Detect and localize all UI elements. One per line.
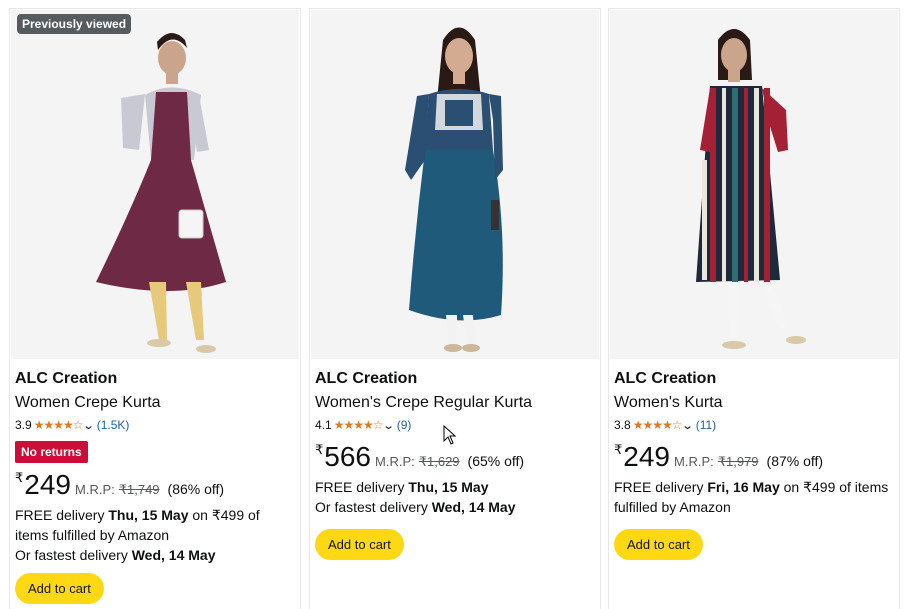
product-card[interactable]: ALC Creation Women's Kurta 3.8 ★★★★☆ ⌄ (…	[608, 8, 900, 609]
mrp-value: ₹1,749	[118, 482, 160, 497]
mrp-label: M.R.P:	[674, 454, 714, 469]
product-brand[interactable]: ALC Creation	[614, 369, 893, 389]
star-icon: ★★★★☆	[33, 418, 84, 432]
rating-row[interactable]: 3.8 ★★★★☆ ⌄ (11)	[614, 417, 893, 433]
fastest-prefix: Or fastest delivery	[315, 499, 432, 515]
mouse-cursor-icon	[443, 425, 457, 445]
delivery-date: Fri, 16 May	[707, 479, 780, 495]
price-value: 566	[324, 441, 371, 472]
add-to-cart-button[interactable]: Add to cart	[15, 573, 104, 604]
mrp-value: ₹1,629	[418, 454, 460, 469]
discount-percent: (86% off)	[167, 481, 225, 497]
rating-row[interactable]: 3.9 ★★★★☆ ⌄ (1.5K)	[15, 417, 294, 433]
rating-value: 3.9	[15, 418, 32, 432]
delivery-date: Thu, 15 May	[408, 479, 489, 495]
mrp-value: ₹1,979	[717, 454, 759, 469]
star-icon: ★★★★☆	[333, 418, 384, 432]
price-value: 249	[24, 469, 71, 500]
delivery-prefix: FREE delivery	[15, 507, 109, 523]
kurta-model-illustration	[405, 27, 503, 352]
review-count-link[interactable]: (11)	[696, 418, 716, 432]
mrp-label: M.R.P:	[75, 482, 115, 497]
mrp-label: M.R.P:	[375, 454, 415, 469]
price-value: 249	[623, 441, 670, 472]
delivery-info: FREE delivery Fri, 16 May on ₹499 of ite…	[614, 477, 893, 517]
delivery-info: FREE delivery Thu, 15 May on ₹499 of ite…	[15, 505, 294, 565]
price-row[interactable]: ₹ 249 M.R.P: ₹1,979 (87% off)	[614, 441, 893, 473]
review-count-link[interactable]: (1.5K)	[97, 418, 130, 432]
star-icon: ★★★★☆	[632, 418, 683, 432]
fastest-date: Wed, 14 May	[131, 547, 216, 563]
chevron-down-icon[interactable]: ⌄	[383, 419, 396, 432]
no-returns-badge: No returns	[15, 441, 88, 463]
price-row[interactable]: ₹ 566 M.R.P: ₹1,629 (65% off)	[315, 441, 594, 473]
fastest-date: Wed, 14 May	[431, 499, 516, 515]
currency-symbol: ₹	[614, 442, 623, 457]
rating-value: 3.8	[614, 418, 631, 432]
product-card[interactable]: Previously viewed ALC Creation Women Cre…	[9, 8, 301, 609]
delivery-prefix: FREE delivery	[614, 479, 708, 495]
rating-value: 4.1	[315, 418, 332, 432]
delivery-info: FREE delivery Thu, 15 May Or fastest del…	[315, 477, 594, 517]
chevron-down-icon[interactable]: ⌄	[682, 419, 695, 432]
product-card[interactable]: ALC Creation Women's Crepe Regular Kurta…	[309, 8, 601, 609]
delivery-date: Thu, 15 May	[108, 507, 189, 523]
product-image[interactable]	[311, 10, 599, 359]
product-title[interactable]: Women Crepe Kurta	[15, 393, 294, 413]
delivery-prefix: FREE delivery	[315, 479, 409, 495]
product-title[interactable]: Women's Crepe Regular Kurta	[315, 393, 594, 413]
kurta-model-illustration	[96, 32, 226, 353]
product-image[interactable]	[610, 10, 898, 359]
product-brand[interactable]: ALC Creation	[315, 369, 594, 389]
previously-viewed-badge: Previously viewed	[17, 14, 132, 34]
currency-symbol: ₹	[15, 470, 24, 485]
currency-symbol: ₹	[315, 442, 324, 457]
product-brand[interactable]: ALC Creation	[15, 369, 294, 389]
fastest-prefix: Or fastest delivery	[15, 547, 132, 563]
discount-percent: (65% off)	[467, 453, 525, 469]
add-to-cart-button[interactable]: Add to cart	[614, 529, 703, 560]
price-row[interactable]: ₹ 249 M.R.P: ₹1,749 (86% off)	[15, 469, 294, 501]
review-count-link[interactable]: (9)	[397, 418, 412, 432]
chevron-down-icon[interactable]: ⌄	[83, 419, 96, 432]
add-to-cart-button[interactable]: Add to cart	[315, 529, 404, 560]
discount-percent: (87% off)	[766, 453, 824, 469]
kurta-model-illustration	[696, 29, 806, 349]
product-image[interactable]: Previously viewed	[11, 10, 299, 359]
product-title[interactable]: Women's Kurta	[614, 393, 893, 413]
